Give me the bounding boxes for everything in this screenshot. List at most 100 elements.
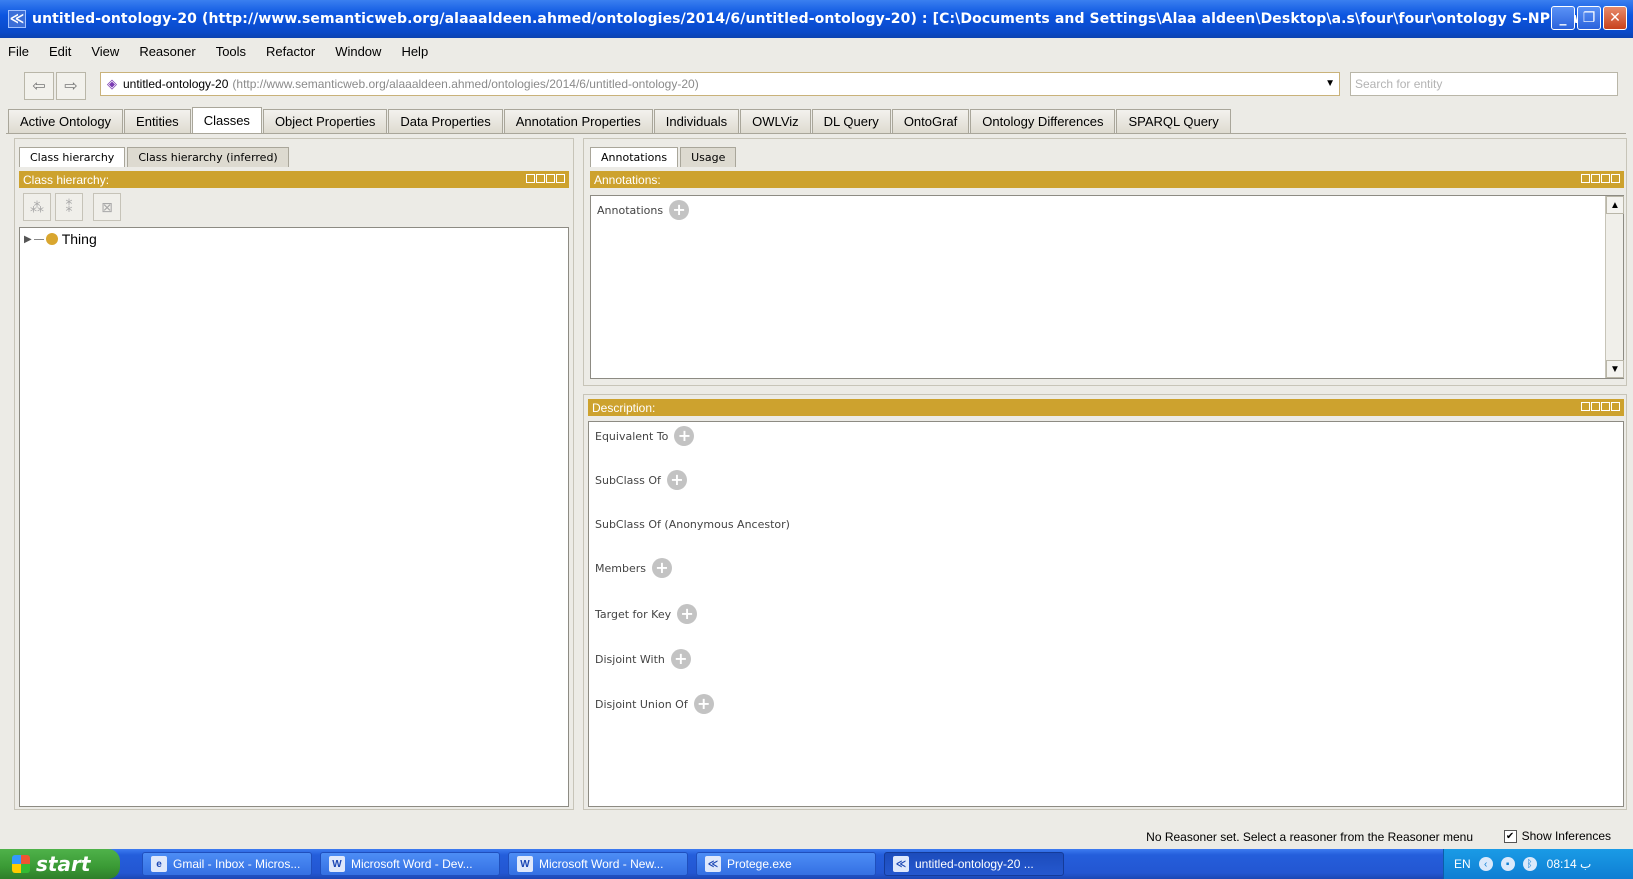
back-arrow-icon: ⇦	[32, 78, 46, 95]
show-inferences-checkbox[interactable]: ✔ Show Inferences	[1503, 829, 1611, 843]
back-button[interactable]: ⇦	[24, 72, 54, 100]
equivalent-to-section: Equivalent To +	[595, 426, 695, 446]
network-icon[interactable]: ▪	[1500, 857, 1515, 871]
menu-edit[interactable]: Edit	[49, 44, 71, 59]
tab-annotations[interactable]: Annotations	[590, 147, 679, 167]
language-indicator[interactable]: EN	[1454, 857, 1471, 871]
tab-data-properties[interactable]: Data Properties	[388, 109, 503, 133]
description-title: Description:	[592, 400, 656, 415]
menu-file[interactable]: File	[8, 44, 29, 59]
view-controls[interactable]	[526, 174, 565, 183]
description-list: Equivalent To + SubClass Of + SubClass O…	[588, 421, 1624, 807]
add-key-icon[interactable]: +	[677, 604, 698, 624]
class-hierarchy-subtabs: Class hierarchy Class hierarchy (inferre…	[19, 147, 291, 167]
tab-annotation-properties[interactable]: Annotation Properties	[503, 109, 653, 133]
tab-object-properties[interactable]: Object Properties	[262, 109, 388, 133]
delete-class-icon: ⊠	[101, 198, 113, 215]
menu-window[interactable]: Window	[335, 44, 381, 59]
chevron-down-icon[interactable]: ▼	[1325, 78, 1335, 89]
menu-tools[interactable]: Tools	[216, 44, 246, 59]
status-bar: No Reasoner set. Select a reasoner from …	[0, 826, 1633, 848]
taskbar-item-protege[interactable]: ≪ Protege.exe	[696, 852, 876, 876]
add-sibling-button[interactable]: ⁑	[55, 193, 83, 221]
restore-button[interactable]: ❐	[1577, 6, 1601, 30]
tab-dl-query[interactable]: DL Query	[811, 109, 891, 133]
class-tree[interactable]: ▶ Thing	[19, 227, 569, 807]
ontology-icon: ◈	[107, 76, 117, 91]
annotations-section: Annotations +	[597, 200, 690, 220]
menu-bar: File Edit View Reasoner Tools Refactor W…	[0, 38, 1633, 64]
close-button[interactable]: ✕	[1603, 6, 1627, 30]
ontology-selector[interactable]: ◈ untitled-ontology-20 (http://www.seman…	[100, 72, 1340, 96]
window-title: untitled-ontology-20 (http://www.semanti…	[32, 11, 1598, 27]
menu-refactor[interactable]: Refactor	[266, 44, 315, 59]
tray-arrow-icon[interactable]: ‹	[1478, 857, 1493, 871]
start-button[interactable]: start	[0, 849, 120, 879]
tab-entities[interactable]: Entities	[124, 109, 191, 133]
forward-button[interactable]: ⇨	[56, 72, 86, 100]
anonymous-ancestor-section: SubClass Of (Anonymous Ancestor)	[595, 518, 790, 531]
tab-ontology-differences[interactable]: Ontology Differences	[970, 109, 1116, 133]
add-superclass-icon[interactable]: +	[666, 470, 687, 490]
view-controls[interactable]	[1581, 174, 1620, 183]
members-section: Members +	[595, 558, 672, 578]
protege-icon: ≪	[893, 856, 909, 872]
add-member-icon[interactable]: +	[651, 558, 672, 578]
taskbar-item-label: Gmail - Inbox - Micros...	[173, 857, 301, 871]
view-controls[interactable]	[1581, 402, 1620, 411]
checkbox-checked-icon[interactable]: ✔	[1503, 829, 1517, 843]
tab-owlviz[interactable]: OWLViz	[740, 109, 811, 133]
menu-help[interactable]: Help	[401, 44, 428, 59]
tab-active-ontology[interactable]: Active Ontology	[8, 109, 124, 133]
disjoint-union-label: Disjoint Union Of	[595, 697, 688, 711]
taskbar-item-label: Microsoft Word - Dev...	[351, 857, 473, 871]
search-input[interactable]	[1350, 72, 1618, 96]
annotations-label: Annotations	[597, 203, 664, 217]
main-tabs: Active Ontology Entities Classes Object …	[8, 107, 1232, 133]
add-equivalent-icon[interactable]: +	[674, 426, 695, 446]
word-icon: W	[329, 856, 345, 872]
taskbar-item-label: Protege.exe	[727, 857, 792, 871]
class-hierarchy-header: Class hierarchy:	[19, 171, 569, 188]
clock[interactable]: 08:14 ب	[1547, 857, 1592, 871]
tab-sparql-query[interactable]: SPARQL Query	[1116, 109, 1231, 133]
taskbar-item-label: Microsoft Word - New...	[539, 857, 664, 871]
anonymous-ancestor-label: SubClass Of (Anonymous Ancestor)	[595, 518, 790, 531]
menu-view[interactable]: View	[91, 44, 119, 59]
tab-class-hierarchy[interactable]: Class hierarchy	[19, 147, 126, 167]
tab-individuals[interactable]: Individuals	[653, 109, 740, 133]
delete-class-button[interactable]: ⊠	[93, 193, 121, 221]
window-controls: _ ❐ ✕	[1551, 6, 1627, 30]
tab-ontograf[interactable]: OntoGraf	[891, 109, 970, 133]
tab-divider	[6, 133, 1626, 134]
tree-node-label: Thing	[61, 231, 97, 247]
annotations-scrollbar[interactable]: ▲ ▼	[1605, 196, 1624, 378]
tab-classes[interactable]: Classes	[191, 107, 262, 133]
taskbar-item-gmail[interactable]: e Gmail - Inbox - Micros...	[142, 852, 312, 876]
taskbar-item-ontology[interactable]: ≪ untitled-ontology-20 ...	[884, 852, 1064, 876]
taskbar-item-label: untitled-ontology-20 ...	[915, 857, 1034, 871]
scroll-down-icon[interactable]: ▼	[1606, 360, 1624, 378]
annotations-list[interactable]: Annotations + ▲ ▼	[590, 195, 1624, 379]
add-disjoint-union-icon[interactable]: +	[693, 694, 714, 714]
show-inferences-label: Show Inferences	[1521, 829, 1611, 843]
disjoint-with-label: Disjoint With	[595, 652, 665, 666]
expand-arrow-icon[interactable]: ▶	[24, 234, 32, 245]
minimize-button[interactable]: _	[1551, 6, 1575, 30]
add-annotation-icon[interactable]: +	[669, 200, 690, 220]
taskbar-item-word-new[interactable]: W Microsoft Word - New...	[508, 852, 688, 876]
tab-usage[interactable]: Usage	[680, 147, 737, 167]
menu-reasoner[interactable]: Reasoner	[139, 44, 195, 59]
tree-node-thing[interactable]: ▶ Thing	[24, 231, 97, 247]
taskbar-item-word-dev[interactable]: W Microsoft Word - Dev...	[320, 852, 500, 876]
add-subclass-button[interactable]: ⁂	[23, 193, 51, 221]
ie-icon: e	[151, 856, 167, 872]
class-icon	[45, 233, 58, 245]
description-header: Description:	[588, 399, 1624, 416]
annotations-header: Annotations:	[590, 171, 1624, 188]
add-disjoint-icon[interactable]: +	[670, 649, 691, 669]
tab-class-hierarchy-inferred[interactable]: Class hierarchy (inferred)	[127, 147, 289, 167]
scroll-up-icon[interactable]: ▲	[1606, 196, 1624, 214]
bluetooth-icon[interactable]: ᛒ	[1522, 857, 1537, 871]
target-for-key-section: Target for Key +	[595, 604, 698, 624]
